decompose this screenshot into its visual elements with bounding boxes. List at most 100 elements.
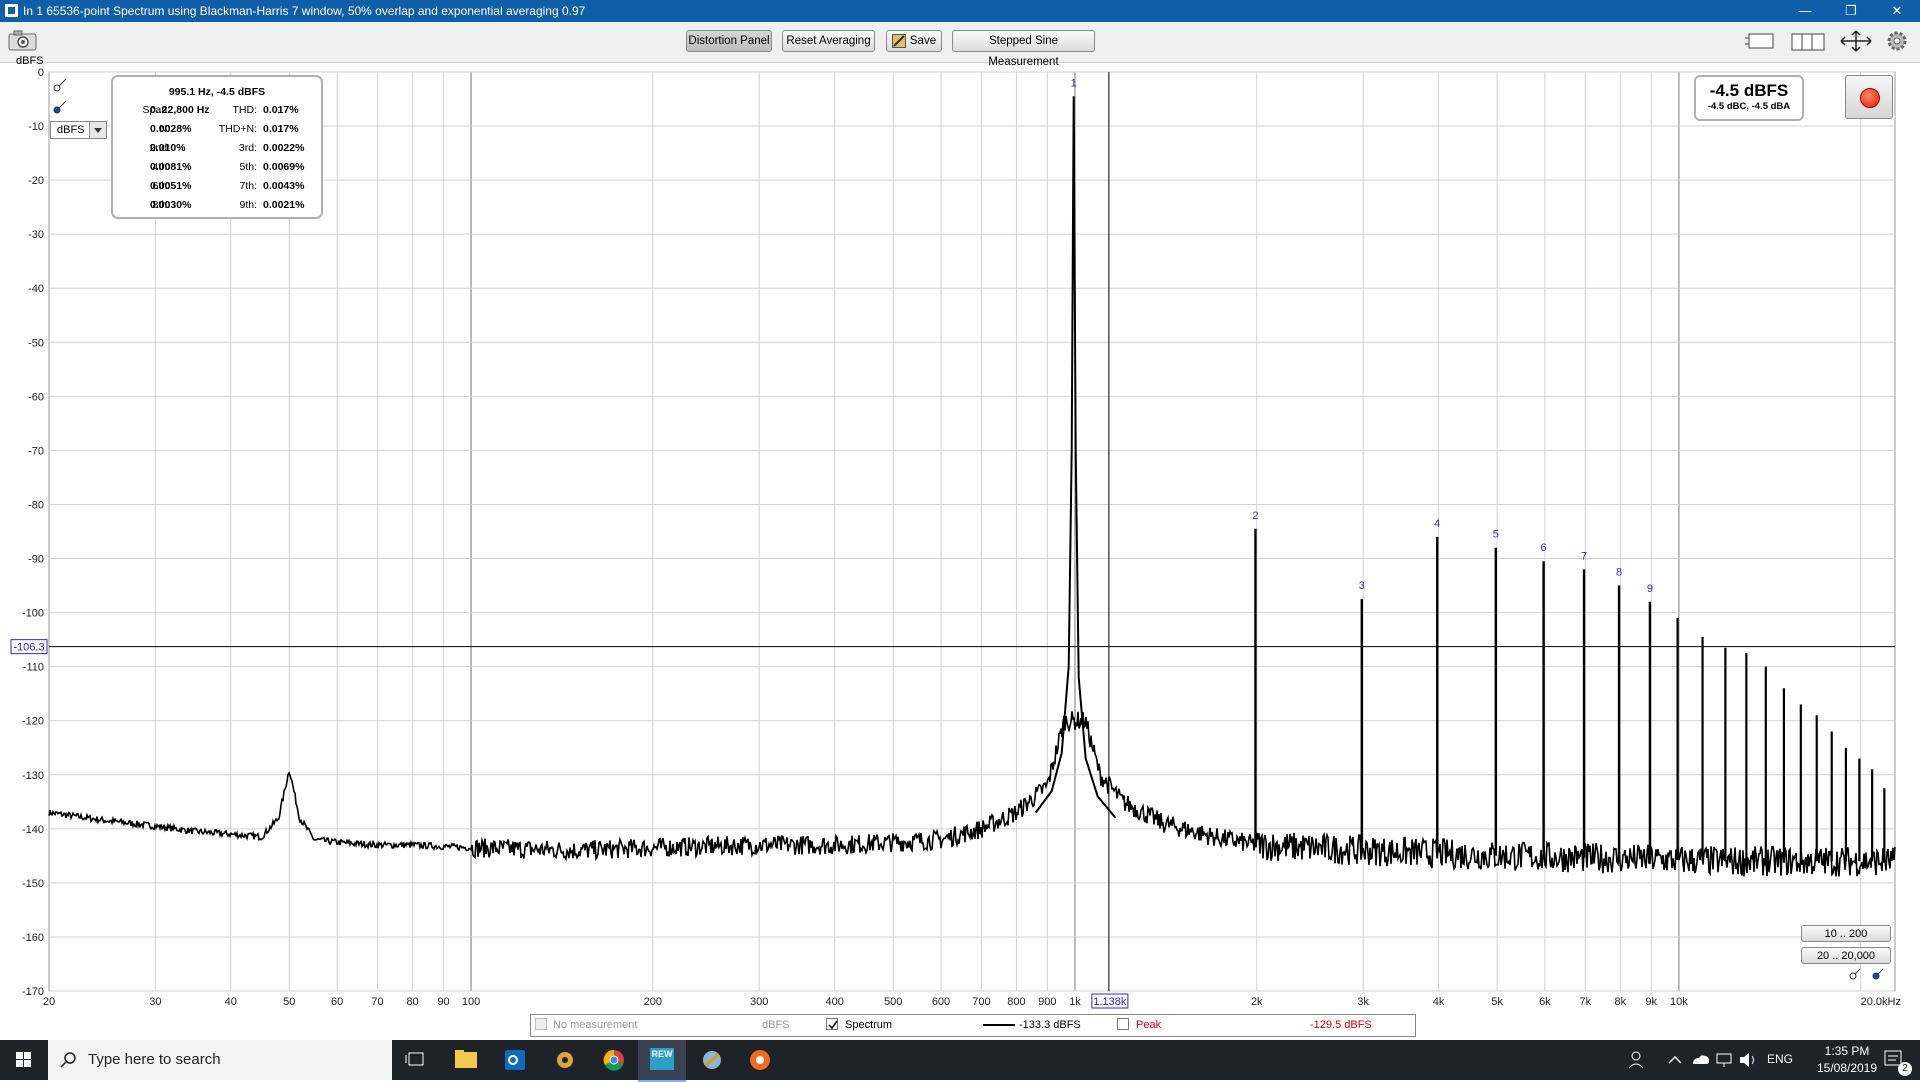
- y-range-button[interactable]: 10 .. 200: [1801, 925, 1891, 942]
- harmonic-number-label: 7: [1581, 550, 1587, 562]
- distortion-value: 0.017%: [263, 104, 299, 116]
- x-tick-label: 3k: [1357, 996, 1369, 1008]
- split-view-icon[interactable]: [1790, 29, 1826, 53]
- x-zoom-in-icon[interactable]: [1848, 967, 1862, 981]
- y-tick-label: -90: [28, 554, 44, 566]
- harmonic-number-label: 4: [1434, 518, 1440, 530]
- distortion-panel: 995.1 Hz, -4.5 dBFS Span: 0..22,800 Hz T…: [111, 75, 323, 219]
- cursor-x-readout: 1.138k: [1093, 996, 1127, 1008]
- distortion-value: 0.0030%: [150, 199, 192, 211]
- task-view-icon[interactable]: [392, 1040, 440, 1080]
- minimize-button[interactable]: —: [1782, 0, 1828, 22]
- clock-date[interactable]: 15/08/2019: [1810, 1061, 1884, 1075]
- notifications-icon[interactable]: [1876, 1040, 1916, 1080]
- spectrum-checkbox[interactable]: [826, 1018, 838, 1030]
- screenshot-tool-icon[interactable]: [736, 1040, 784, 1080]
- show-hidden-icons-chevron[interactable]: [1663, 1040, 1687, 1080]
- app-sync-icon[interactable]: [541, 1040, 589, 1080]
- x-tick-label: 20: [43, 996, 55, 1008]
- distortion-value: 0.0081%: [150, 161, 192, 173]
- rew-app-icon[interactable]: REW: [638, 1040, 686, 1082]
- x-tick-label: 90: [437, 996, 449, 1008]
- x-tick-label: 5k: [1491, 996, 1503, 1008]
- x-tick-label: 300: [750, 996, 768, 1008]
- close-button[interactable]: ✕: [1874, 0, 1920, 22]
- legend-bar: No measurement dBFS Spectrum -133.3 dBFS…: [530, 1014, 1416, 1037]
- x-tick-label: 700: [972, 996, 990, 1008]
- x-tick-label: 200: [644, 996, 662, 1008]
- x-tick-label: 70: [371, 996, 383, 1008]
- checkmark-icon: [828, 1020, 838, 1030]
- save-icon: [892, 34, 906, 48]
- no-measurement-label: No measurement: [553, 1019, 638, 1031]
- settings-gear-icon[interactable]: [1884, 29, 1910, 53]
- x-tick-label: 500: [884, 996, 902, 1008]
- distortion-value: 0.0051%: [150, 180, 192, 192]
- y-tick-label: -60: [28, 391, 44, 403]
- file-explorer-icon[interactable]: [442, 1040, 490, 1080]
- window-title: In 1 65536-point Spectrum using Blackman…: [23, 4, 586, 18]
- y-tick-label: -80: [28, 499, 44, 511]
- record-button[interactable]: [1845, 75, 1893, 119]
- level-meter: -4.5 dBFS -4.5 dBC, -4.5 dBA: [1694, 75, 1804, 121]
- y-tick-label: -30: [28, 229, 44, 241]
- y-tick-label: -70: [28, 445, 44, 457]
- distortion-value: 0.0069%: [263, 161, 305, 173]
- peak-checkbox[interactable]: [1117, 1018, 1129, 1030]
- graph-layout-icon[interactable]: [1743, 29, 1779, 53]
- x-tick-label: 60: [331, 996, 343, 1008]
- peak-legend-value: -129.5 dBFS: [1310, 1019, 1372, 1031]
- save-button[interactable]: Save: [886, 30, 942, 52]
- stepped-sine-button[interactable]: Stepped Sine Measurement: [952, 30, 1095, 68]
- y-tick-label: -50: [28, 337, 44, 349]
- distortion-panel-button[interactable]: Distortion Panel: [686, 30, 772, 52]
- x-tick-label: 100: [462, 996, 480, 1008]
- record-icon: [1860, 88, 1880, 108]
- x-range-button[interactable]: 20 .. 20,000: [1801, 947, 1891, 964]
- camera-icon[interactable]: [8, 30, 38, 52]
- clock-time[interactable]: 1:35 PM: [1810, 1044, 1884, 1058]
- chrome-icon[interactable]: [590, 1040, 638, 1080]
- harmonic-number-label: 9: [1647, 583, 1653, 595]
- x-tick-label: 10k: [1670, 996, 1688, 1008]
- zoom-in-icon[interactable]: [52, 77, 68, 93]
- harmonic-number-label: 5: [1493, 529, 1499, 541]
- restore-button[interactable]: ❐: [1828, 0, 1874, 22]
- cursor-y-readout: -106.3: [13, 642, 44, 654]
- x-tick-label: 80: [406, 996, 418, 1008]
- x-tick-label: 1k: [1069, 996, 1081, 1008]
- x-tick-label: 20.0kHz: [1861, 996, 1901, 1008]
- distortion-value: 0.0021%: [263, 199, 305, 211]
- volume-icon[interactable]: [1736, 1040, 1760, 1080]
- notification-count-badge: 2: [1898, 1062, 1912, 1076]
- y-tick-label: -160: [22, 932, 44, 944]
- zoom-out-icon[interactable]: [52, 99, 68, 115]
- rew-label: REW: [650, 1048, 674, 1070]
- title-bar: In 1 65536-point Spectrum using Blackman…: [0, 0, 1920, 22]
- network-icon[interactable]: [1712, 1040, 1736, 1080]
- onedrive-icon[interactable]: [1688, 1040, 1712, 1080]
- units-select[interactable]: dBFS: [50, 121, 107, 139]
- taskbar-search[interactable]: Type here to search: [48, 1040, 392, 1080]
- distortion-label: 3rd:: [238, 142, 257, 154]
- reset-averaging-button[interactable]: Reset Averaging: [782, 30, 875, 52]
- outlook-icon[interactable]: [491, 1040, 539, 1080]
- spectrum-legend-label: Spectrum: [845, 1019, 893, 1031]
- no-measurement-checkbox[interactable]: [535, 1018, 547, 1030]
- fit-axes-icon[interactable]: [1838, 29, 1874, 53]
- x-zoom-out-icon[interactable]: [1871, 967, 1885, 981]
- x-tick-label: 7k: [1579, 996, 1591, 1008]
- y-tick-label: -150: [22, 878, 44, 890]
- distortion-label: 9th:: [239, 199, 257, 211]
- peak-legend-label: Peak: [1136, 1019, 1162, 1031]
- y-tick-label: -10: [28, 121, 44, 133]
- x-tick-label: 600: [932, 996, 950, 1008]
- search-icon: [60, 1052, 76, 1068]
- distortion-value: 0.0028%: [150, 123, 192, 135]
- x-tick-label: 400: [825, 996, 843, 1008]
- paint-app-icon[interactable]: [688, 1040, 736, 1080]
- people-icon[interactable]: [1623, 1040, 1653, 1080]
- language-indicator[interactable]: ENG: [1767, 1052, 1793, 1066]
- harmonic-number-label: 3: [1359, 580, 1365, 592]
- windows-start-icon[interactable]: [0, 1040, 48, 1080]
